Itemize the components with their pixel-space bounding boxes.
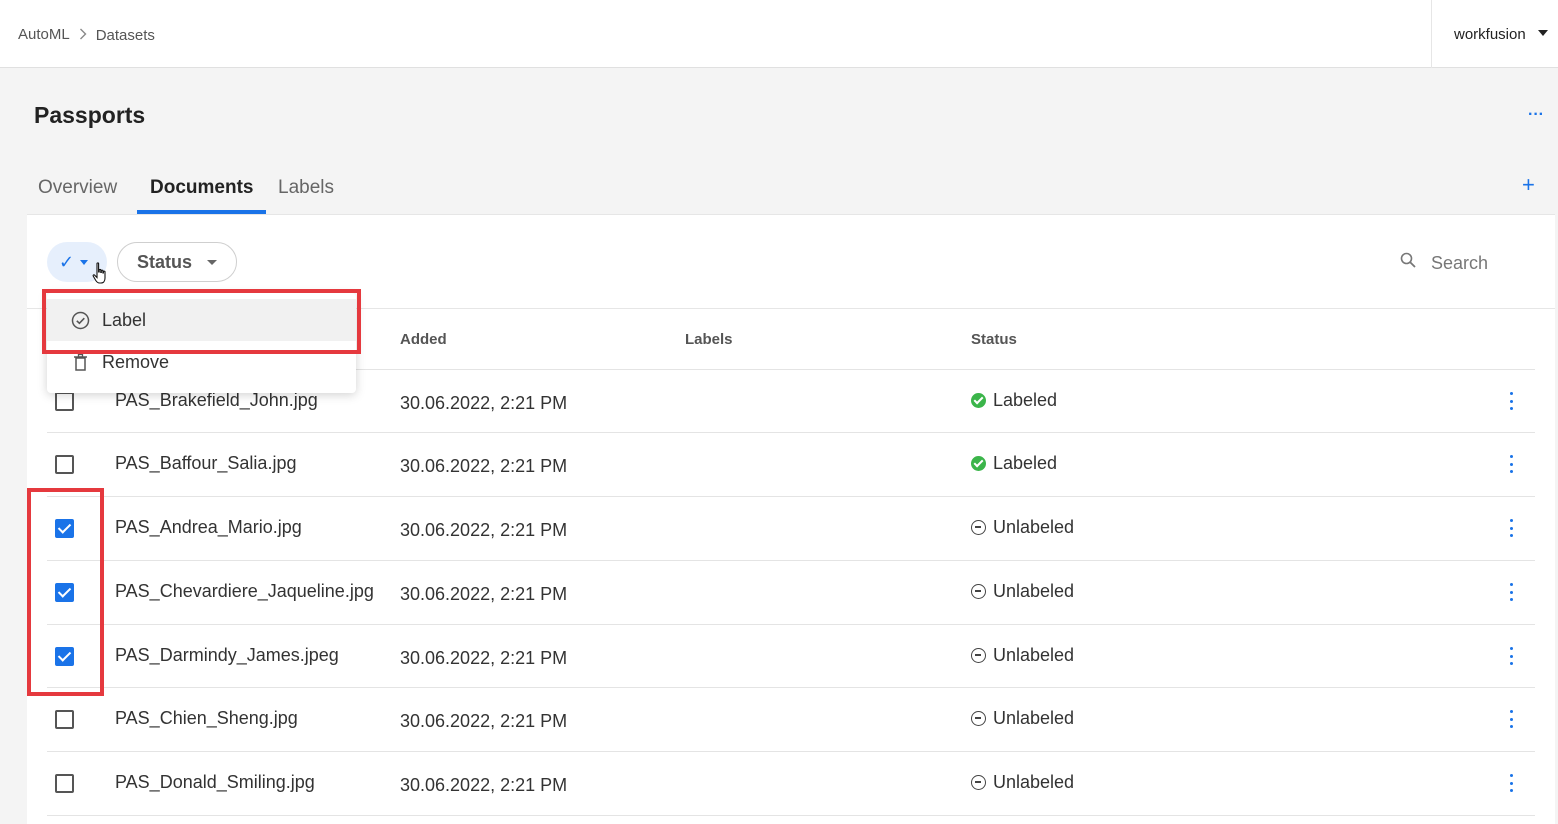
- breadcrumb-root[interactable]: AutoML: [18, 26, 70, 43]
- column-header-added[interactable]: Added: [400, 331, 447, 348]
- trash-icon: [71, 353, 90, 372]
- more-vertical-icon[interactable]: [1505, 710, 1517, 728]
- added-date: 30.06.2022, 2:21 PM: [400, 393, 568, 413]
- search-icon: [1400, 252, 1417, 274]
- status-text: Unlabeled: [993, 645, 1075, 665]
- check-circle-icon: [971, 456, 986, 471]
- added-date: 30.06.2022, 2:21 PM: [400, 711, 568, 731]
- status-text: Unlabeled: [993, 772, 1075, 792]
- row-checkbox[interactable]: [55, 392, 74, 411]
- account-name: workfusion: [1454, 25, 1526, 43]
- minus-circle-icon: [971, 648, 986, 663]
- file-name[interactable]: PAS_Donald_Smiling.jpg: [115, 772, 315, 793]
- status-cell: Unlabeled: [971, 708, 1074, 729]
- added-date: 30.06.2022, 2:21 PM: [400, 648, 568, 668]
- more-vertical-icon[interactable]: [1505, 519, 1517, 537]
- row-checkbox[interactable]: [55, 774, 74, 793]
- minus-circle-icon: [971, 520, 986, 535]
- status-filter-button[interactable]: Status: [117, 242, 237, 282]
- caret-down-icon: [207, 259, 218, 265]
- minus-circle-icon: [971, 711, 986, 726]
- added-date: 30.06.2022, 2:21 PM: [400, 775, 568, 795]
- status-cell: Labeled: [971, 453, 1057, 474]
- status-filter-label: Status: [137, 251, 193, 272]
- added-date: 30.06.2022, 2:21 PM: [400, 584, 568, 604]
- file-name[interactable]: PAS_Brakefield_John.jpg: [115, 390, 318, 411]
- added-date: 30.06.2022, 2:21 PM: [400, 520, 568, 540]
- highlight-box: [42, 289, 361, 354]
- top-bar: AutoML Datasets workfusion: [0, 0, 1558, 68]
- column-header-status[interactable]: Status: [971, 331, 1017, 348]
- file-name[interactable]: PAS_Andrea_Mario.jpg: [115, 517, 302, 538]
- status-text: Unlabeled: [993, 708, 1075, 728]
- more-vertical-icon[interactable]: [1505, 647, 1517, 665]
- minus-circle-icon: [971, 775, 986, 790]
- caret-down-icon: [80, 259, 89, 265]
- table-row[interactable]: PAS_Andrea_Mario.jpg 30.06.2022, 2:21 PM…: [47, 497, 1535, 560]
- caret-down-icon: [1537, 30, 1548, 36]
- more-horizontal-icon[interactable]: ···: [1528, 106, 1544, 124]
- row-checkbox[interactable]: [55, 710, 74, 729]
- minus-circle-icon: [971, 584, 986, 599]
- chevron-right-icon: [79, 27, 87, 43]
- status-cell: Unlabeled: [971, 581, 1074, 602]
- search-field[interactable]: Search: [1400, 252, 1488, 274]
- breadcrumb-current: Datasets: [95, 27, 155, 44]
- column-header-labels[interactable]: Labels: [685, 331, 733, 348]
- hand-cursor-icon: [92, 262, 110, 291]
- tab-documents[interactable]: Documents: [150, 177, 253, 199]
- page-title: Passports: [34, 102, 146, 128]
- file-name[interactable]: PAS_Chevardiere_Jaqueline.jpg: [115, 581, 374, 602]
- divider: [47, 815, 1535, 816]
- status-cell: Unlabeled: [971, 772, 1074, 793]
- file-name[interactable]: PAS_Chien_Sheng.jpg: [115, 708, 298, 729]
- file-name[interactable]: PAS_Darmindy_James.jpeg: [115, 645, 339, 666]
- row-checkbox[interactable]: [55, 455, 74, 474]
- status-text: Labeled: [993, 453, 1058, 473]
- more-vertical-icon[interactable]: [1505, 774, 1517, 792]
- table-row[interactable]: PAS_Baffour_Salia.jpg 30.06.2022, 2:21 P…: [47, 433, 1535, 496]
- tab-overview[interactable]: Overview: [38, 177, 117, 199]
- more-vertical-icon[interactable]: [1505, 583, 1517, 601]
- status-cell: Unlabeled: [971, 645, 1074, 666]
- tab-labels[interactable]: Labels: [278, 177, 334, 199]
- breadcrumb: AutoML Datasets: [18, 25, 155, 44]
- status-cell: Labeled: [971, 390, 1057, 411]
- check-circle-icon: [971, 393, 986, 408]
- highlight-box: [27, 488, 104, 696]
- status-text: Labeled: [993, 390, 1058, 410]
- add-icon[interactable]: +: [1522, 172, 1535, 198]
- added-date: 30.06.2022, 2:21 PM: [400, 456, 568, 476]
- search-placeholder: Search: [1431, 252, 1489, 273]
- status-cell: Unlabeled: [971, 517, 1074, 538]
- status-text: Unlabeled: [993, 581, 1075, 601]
- menu-item-text: Remove: [102, 351, 170, 372]
- file-name[interactable]: PAS_Baffour_Salia.jpg: [115, 453, 296, 474]
- status-text: Unlabeled: [993, 517, 1075, 537]
- more-vertical-icon[interactable]: [1505, 392, 1517, 410]
- table-row[interactable]: PAS_Darmindy_James.jpeg 30.06.2022, 2:21…: [47, 625, 1535, 688]
- table-row[interactable]: PAS_Chevardiere_Jaqueline.jpg 30.06.2022…: [47, 561, 1535, 624]
- check-icon: ✓: [59, 251, 75, 272]
- account-menu[interactable]: workfusion: [1431, 0, 1558, 68]
- table-row[interactable]: PAS_Chien_Sheng.jpg 30.06.2022, 2:21 PM …: [47, 688, 1535, 751]
- more-vertical-icon[interactable]: [1505, 455, 1517, 473]
- table-row[interactable]: PAS_Donald_Smiling.jpg 30.06.2022, 2:21 …: [47, 752, 1535, 815]
